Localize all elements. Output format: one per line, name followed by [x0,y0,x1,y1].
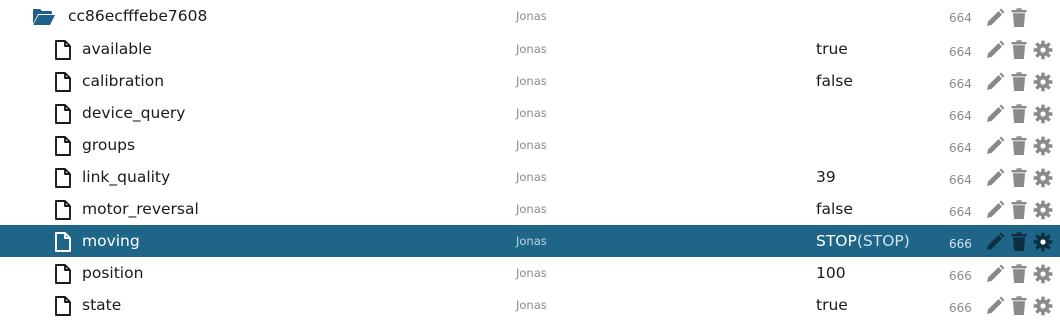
file-icon [54,136,72,160]
item-name: position [82,264,144,282]
object-tree: cc86ecfffebe7608 Jonas 664 available Jon… [0,0,1060,321]
trash-icon[interactable] [1011,296,1027,320]
item-mode: 666 [949,269,972,283]
item-value: false [816,200,853,218]
gear-icon[interactable] [1033,200,1053,224]
item-value-ack: (STOP) [856,232,910,250]
item-value: true [816,40,848,58]
file-icon [54,104,72,128]
item-value-text: 39 [816,168,836,186]
pencil-icon[interactable] [985,296,1005,320]
item-name: motor_reversal [82,200,199,218]
item-mode: 664 [949,205,972,219]
pencil-icon[interactable] [985,104,1005,128]
file-icon [54,72,72,96]
item-mode: 666 [949,237,972,251]
item-owner: Jonas [516,138,547,152]
item-owner: Jonas [516,202,547,216]
folder-mode: 664 [949,11,972,25]
item-value-text: 100 [816,264,846,282]
item-name: moving [82,232,140,250]
trash-icon[interactable] [1011,200,1027,224]
trash-icon[interactable] [1011,8,1027,32]
item-mode: 666 [949,301,972,315]
item-value: 39 [816,168,836,186]
gear-icon[interactable] [1033,72,1053,96]
tree-item-row[interactable]: device_query Jonas 664 [0,97,1060,129]
pencil-icon[interactable] [985,72,1005,96]
gear-icon[interactable] [1033,296,1053,320]
item-name: device_query [82,104,186,122]
pencil-icon[interactable] [985,136,1005,160]
item-name: link_quality [82,168,171,186]
trash-icon[interactable] [1011,232,1027,256]
folder-open-icon [32,8,56,30]
item-mode: 664 [949,45,972,59]
item-owner: Jonas [516,74,547,88]
tree-item-row[interactable]: link_quality Jonas 39 664 [0,161,1060,193]
tree-item-row[interactable]: available Jonas true 664 [0,33,1060,65]
gear-icon[interactable] [1033,104,1053,128]
tree-children: available Jonas true 664 calibration Jon… [0,33,1060,321]
folder-owner: Jonas [516,9,547,23]
gear-icon[interactable] [1033,40,1053,64]
item-owner: Jonas [516,266,547,280]
item-mode: 664 [949,173,972,187]
gear-icon[interactable] [1033,232,1053,256]
tree-item-row[interactable]: position Jonas 100 666 [0,257,1060,289]
item-owner: Jonas [516,106,547,120]
item-name: groups [82,136,136,154]
item-owner: Jonas [516,234,547,248]
item-value: false [816,72,853,90]
item-mode: 664 [949,109,972,123]
trash-icon[interactable] [1011,264,1027,288]
file-icon [54,168,72,192]
pencil-icon[interactable] [985,40,1005,64]
pencil-icon[interactable] [985,200,1005,224]
tree-item-row[interactable]: groups Jonas 664 [0,129,1060,161]
item-name: calibration [82,72,165,90]
item-value-text: true [816,296,848,314]
gear-icon[interactable] [1033,136,1053,160]
item-value-text: true [816,40,848,58]
item-name: state [82,296,122,314]
tree-folder-row[interactable]: cc86ecfffebe7608 Jonas 664 [0,0,1060,33]
tree-item-row[interactable]: moving Jonas STOP(STOP) 666 [0,225,1060,257]
file-icon [54,232,72,256]
tree-item-row[interactable]: calibration Jonas false 664 [0,65,1060,97]
pencil-icon[interactable] [985,8,1005,32]
file-icon [54,296,72,320]
folder-name: cc86ecfffebe7608 [68,7,208,25]
item-value-text: STOP [816,232,857,250]
trash-icon[interactable] [1011,40,1027,64]
item-owner: Jonas [516,42,547,56]
tree-item-row[interactable]: state Jonas true 666 [0,289,1060,321]
item-value: STOP(STOP) [816,232,910,250]
trash-icon[interactable] [1011,168,1027,192]
item-mode: 664 [949,77,972,91]
item-value: true [816,296,848,314]
item-owner: Jonas [516,170,547,184]
item-value: 100 [816,264,846,282]
pencil-icon[interactable] [985,264,1005,288]
gear-icon[interactable] [1033,264,1053,288]
trash-icon[interactable] [1011,136,1027,160]
trash-icon[interactable] [1011,72,1027,96]
pencil-icon[interactable] [985,232,1005,256]
file-icon [54,264,72,288]
file-icon [54,40,72,64]
item-value-text: false [816,72,853,90]
item-owner: Jonas [516,298,547,312]
item-name: available [82,40,152,58]
trash-icon[interactable] [1011,104,1027,128]
file-icon [54,200,72,224]
item-mode: 664 [949,141,972,155]
pencil-icon[interactable] [985,168,1005,192]
gear-icon[interactable] [1033,168,1053,192]
item-value-text: false [816,200,853,218]
tree-item-row[interactable]: motor_reversal Jonas false 664 [0,193,1060,225]
